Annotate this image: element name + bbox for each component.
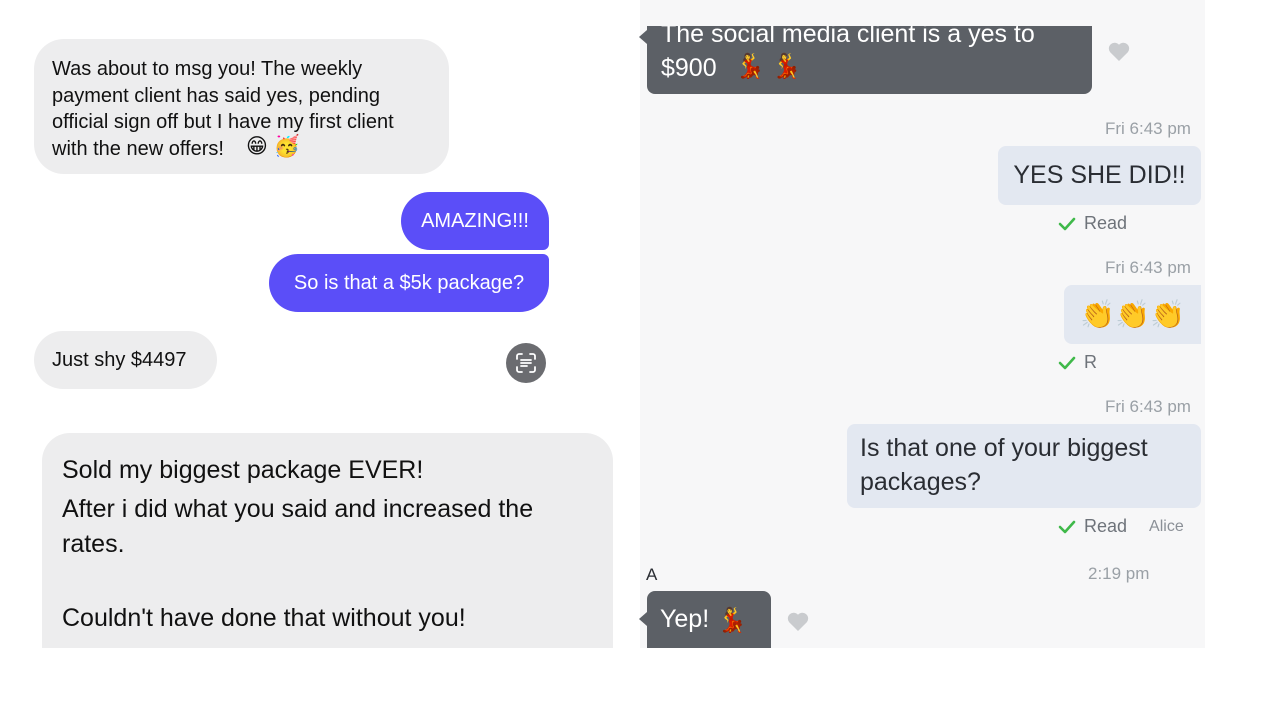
heart-icon[interactable] [786,610,810,632]
timestamp: Fri 6:43 pm [1105,258,1191,277]
live-text-icon [516,353,536,373]
grinning-emoji: 😁 [246,134,268,158]
message-sent-5k-question[interactable]: So is that a $5k package? [269,254,549,312]
message-sent-biggest-packages-question[interactable]: Is that one of your biggest packages? [847,424,1201,508]
message-sent-yes-she-did[interactable]: YES SHE DID!! [998,146,1201,205]
bubble-tail [639,612,647,626]
message-line-2: After i did what you said and increased … [62,495,534,558]
read-label: Read [1084,213,1128,233]
dancer-emoji: 💃 [771,52,802,80]
message-received-biggest-package[interactable]: Sold my biggest package EVER! After i di… [42,433,613,648]
read-receipt: Read Alice [1058,516,1184,537]
message-text: Is that one of your biggest packages? [860,434,1148,496]
message-text: Just shy $4497 [52,348,187,371]
checkmark-icon [1058,217,1076,230]
timestamp: Fri 6:43 pm [1105,397,1191,416]
message-text: So is that a $5k package? [293,271,525,294]
emoji-group: 💃 💃 [735,52,801,81]
clapping-emoji: 👏 [1149,298,1185,331]
read-by-name: Alice [1149,517,1184,535]
message-received-weekly-client[interactable]: Was about to msg you! The weekly payment… [34,39,449,174]
checkmark-icon [1058,520,1076,533]
sender-name: A [646,565,658,584]
emoji-group: 😁 🥳 [246,134,300,159]
message-received-4497[interactable]: Just shy $4497 [34,331,217,389]
read-label: Read [1084,516,1128,536]
bubble-tail [639,30,647,44]
checkmark-icon [1058,356,1076,369]
read-receipt: Read [1058,213,1127,234]
message-sent-clap-emojis[interactable]: 👏👏👏 [1064,285,1201,344]
message-text: Yep! [660,605,710,633]
party-emoji: 🥳 [273,134,300,158]
read-label: R [1084,352,1097,372]
dancer-emoji: 💃 [735,52,765,80]
timestamp: Fri 6:43 pm [1105,119,1191,138]
read-receipt: R [1058,352,1097,373]
message-text: YES SHE DID!! [1013,161,1186,189]
timestamp: 2:19 pm [1088,564,1150,583]
emoji-group: 👏👏👏 [1080,298,1185,331]
clapping-emoji: 👏 [1115,298,1150,331]
message-received-yep[interactable]: Yep! 💃 [647,591,771,648]
live-text-button[interactable] [506,343,546,383]
message-received-social-media[interactable]: The social media client is a yes to $900… [647,26,1092,94]
dancer-emoji: 💃 [717,605,748,634]
message-text: The social media client is a yes to $900 [661,26,1035,82]
message-text: AMAZING!!! [421,209,529,232]
heart-icon[interactable] [1107,40,1131,62]
message-sent-amazing[interactable]: AMAZING!!! [401,192,549,250]
clapping-emoji: 👏 [1080,298,1116,331]
message-line-1: Sold my biggest package EVER! [62,456,424,484]
message-line-3: Couldn't have done that without you! [62,604,466,632]
